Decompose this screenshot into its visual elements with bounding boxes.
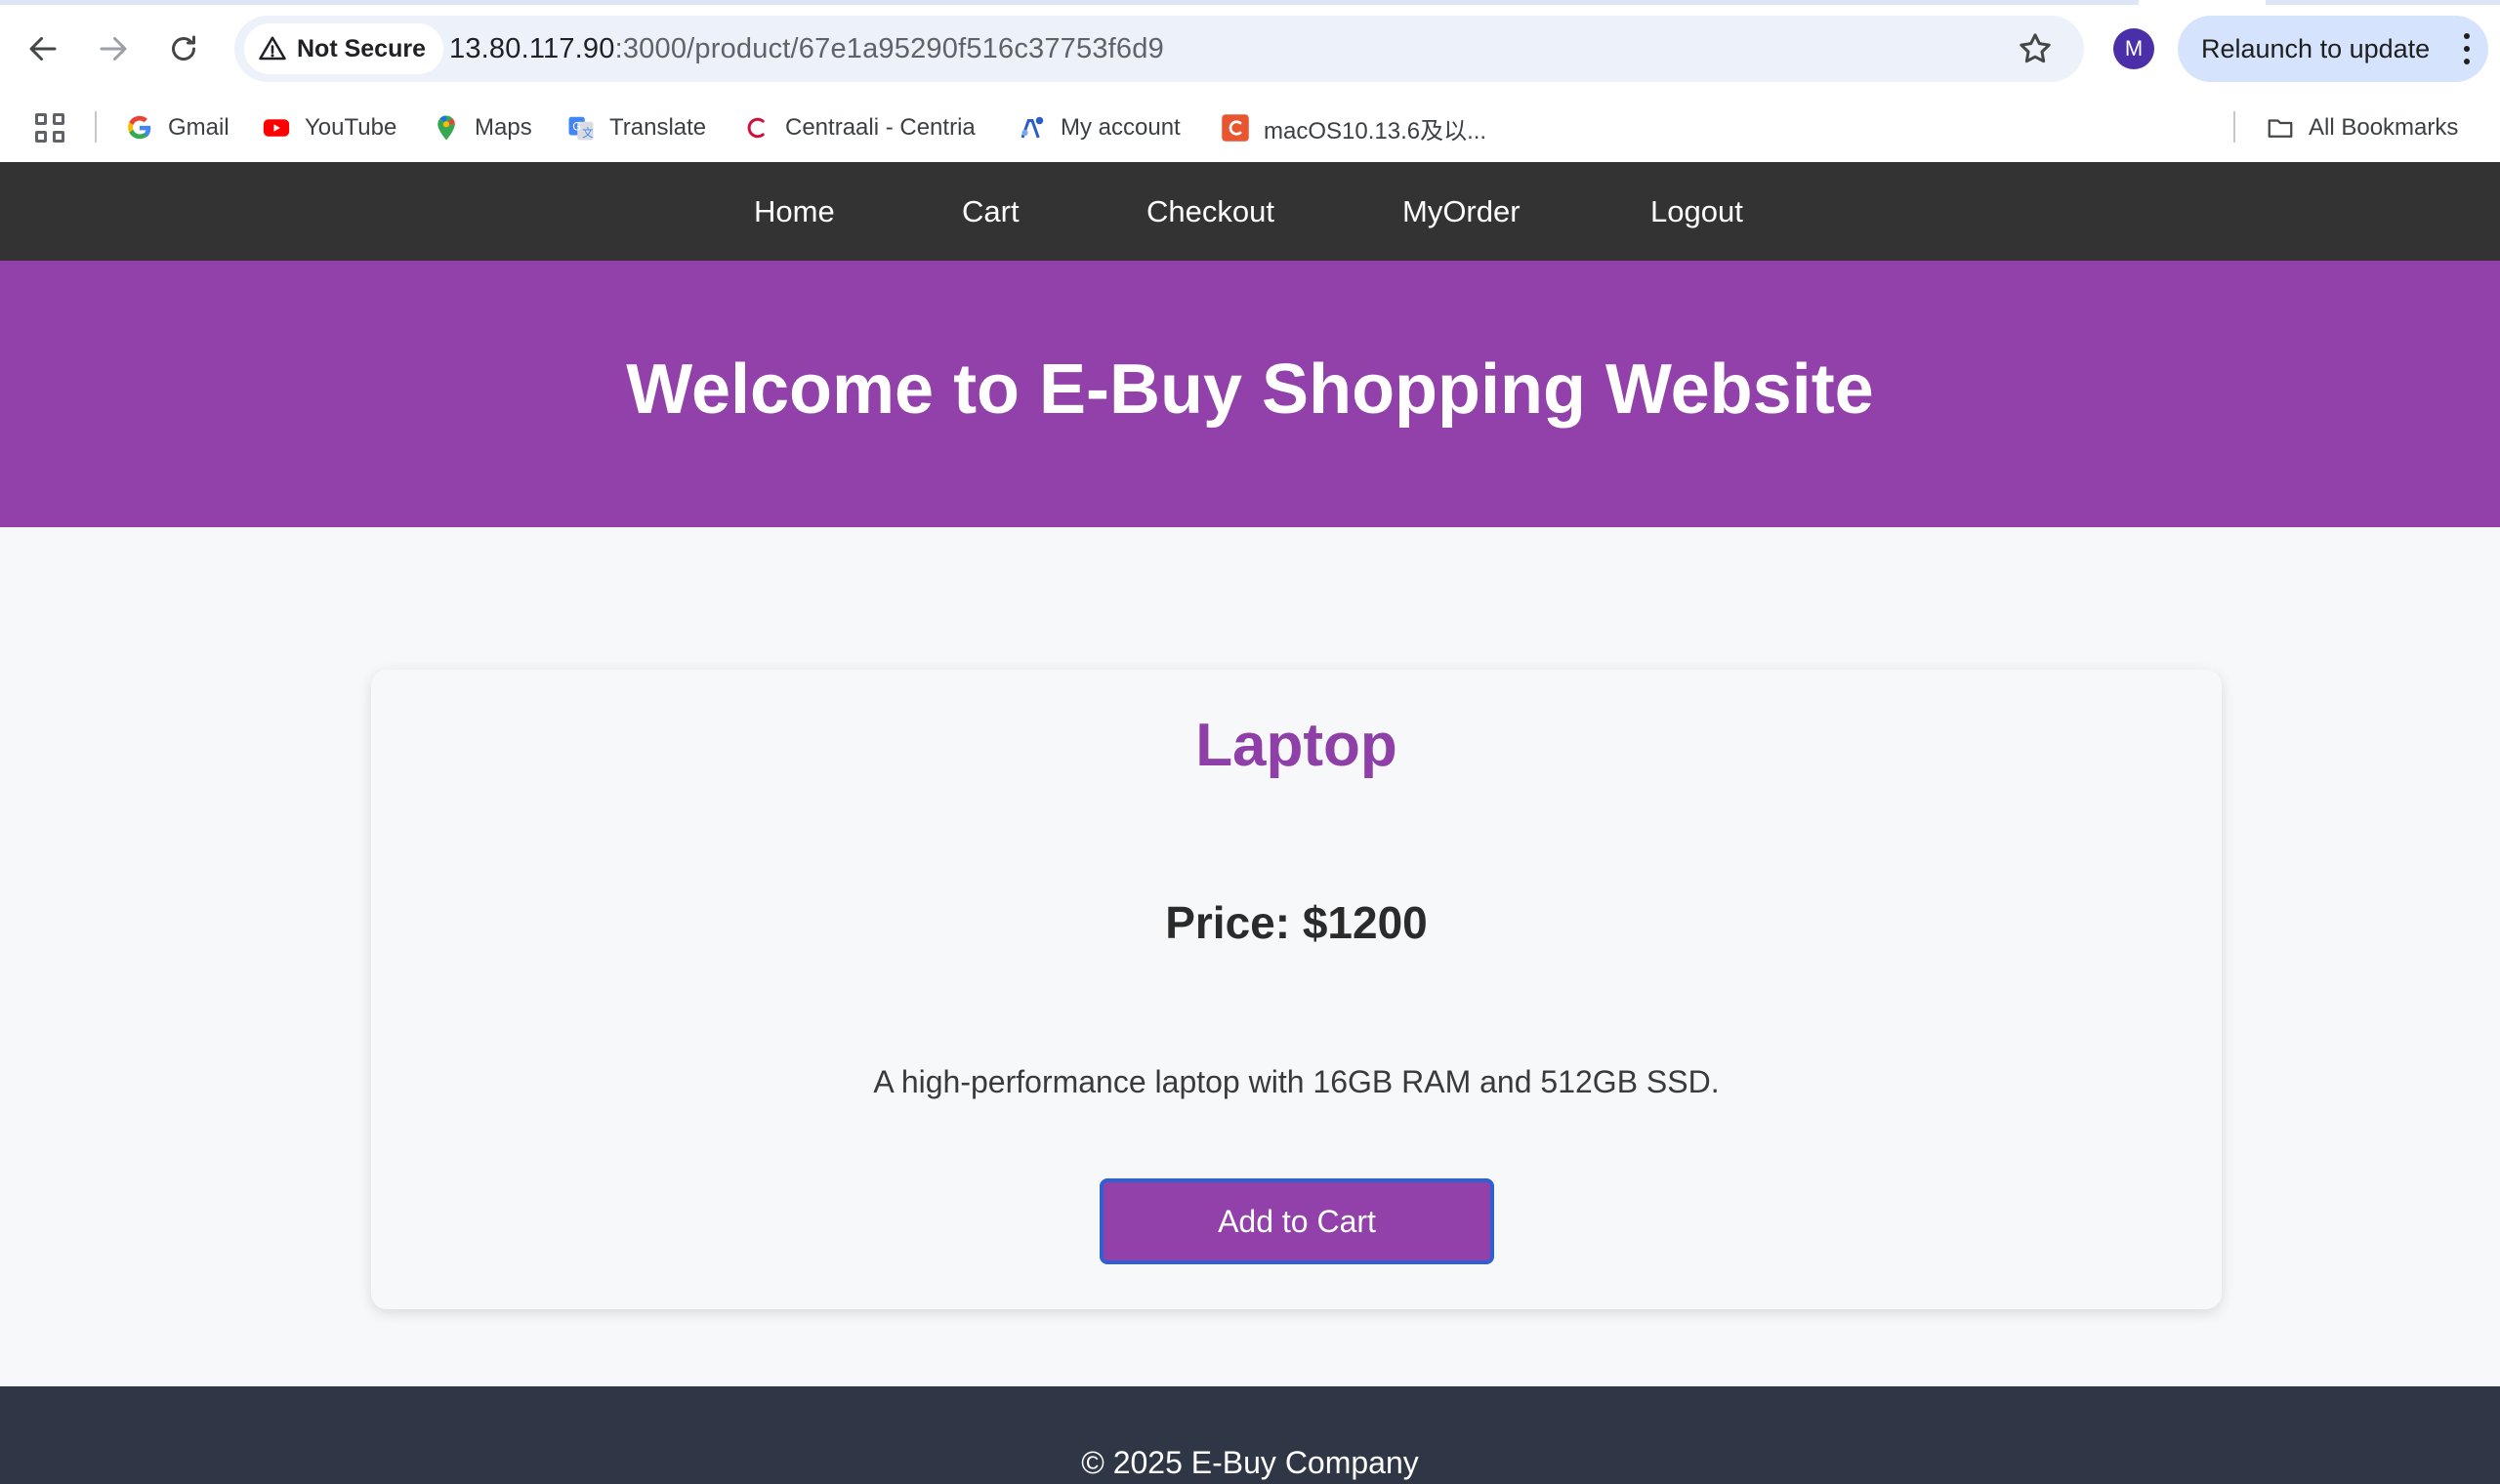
site-nav: Home Cart Checkout MyOrder Logout	[0, 162, 2500, 261]
bookmark-label: Centraali - Centria	[785, 114, 976, 141]
bookmark-centria[interactable]: Centraali - Centria	[742, 109, 976, 146]
back-button[interactable]	[16, 21, 70, 76]
svg-text:G: G	[572, 121, 581, 134]
product-description: A high-performance laptop with 16GB RAM …	[873, 1064, 1720, 1099]
relaunch-button[interactable]: Relaunch to update	[2178, 16, 2488, 82]
bookmark-label: Translate	[609, 114, 707, 141]
bookmark-translate[interactable]: G文 Translate	[566, 109, 706, 146]
bookmarks-divider-right	[2233, 111, 2235, 143]
product-price: Price: $1200	[1165, 897, 1428, 948]
security-chip[interactable]: Not Secure	[244, 23, 443, 74]
nav-myorder[interactable]: MyOrder	[1402, 162, 1521, 261]
forward-button[interactable]	[86, 21, 141, 76]
bookmarks-bar: Gmail YouTube Maps G文 Translate Centraal…	[0, 98, 2500, 156]
browser-chrome: Not Secure 13.80.117.90:3000/product/67e…	[0, 0, 2500, 162]
bookmarks-divider	[95, 111, 97, 143]
bookmark-gmail[interactable]: Gmail	[125, 109, 229, 146]
security-label: Not Secure	[297, 34, 426, 62]
bookmark-star-icon[interactable]	[2016, 29, 2055, 68]
arrow-right-icon	[100, 37, 127, 61]
url-text[interactable]: 13.80.117.90:3000/product/67e1a95290f516…	[449, 16, 1164, 82]
bookmark-youtube[interactable]: YouTube	[262, 109, 396, 146]
bookmark-label: macOS10.13.6及以...	[1264, 117, 1487, 144]
bookmark-label: YouTube	[305, 114, 397, 141]
hero-banner: Welcome to E-Buy Shopping Website	[0, 261, 2500, 527]
youtube-icon	[262, 113, 291, 143]
reload-icon	[172, 35, 195, 61]
footer-copyright: © 2025 E-Buy Company	[1081, 1445, 1419, 1480]
address-bar[interactable]: Not Secure 13.80.117.90:3000/product/67e…	[234, 16, 2084, 82]
nav-checkout[interactable]: Checkout	[1146, 162, 1274, 261]
page-title: Welcome to E-Buy Shopping Website	[626, 350, 1874, 429]
product-name: Laptop	[1195, 712, 1397, 779]
menu-dots-icon[interactable]	[2463, 33, 2471, 64]
tab-strip	[0, 0, 2139, 5]
nav-home[interactable]: Home	[754, 162, 835, 261]
maps-icon	[432, 113, 461, 143]
warning-icon	[259, 36, 286, 61]
tab-strip-right	[2266, 0, 2500, 5]
arrow-left-icon	[29, 37, 57, 61]
bookmark-maps[interactable]: Maps	[432, 109, 532, 146]
bookmark-my-account[interactable]: My account	[1018, 109, 1181, 146]
bookmark-label: Maps	[475, 114, 532, 141]
all-bookmarks[interactable]: All Bookmarks	[2266, 109, 2458, 146]
centria-icon	[742, 113, 771, 143]
profile-avatar[interactable]: M	[2113, 28, 2154, 69]
translate-icon: G文	[566, 113, 596, 143]
add-to-cart-button[interactable]: Add to Cart	[1100, 1178, 1494, 1264]
url-host: 13.80.117.90	[449, 32, 615, 64]
bookmark-label: My account	[1061, 114, 1181, 141]
site-footer: © 2025 E-Buy Company	[0, 1386, 2500, 1484]
reload-button[interactable]	[156, 21, 211, 76]
nav-logout[interactable]: Logout	[1650, 162, 1743, 261]
nav-cart[interactable]: Cart	[962, 162, 1020, 261]
all-bookmarks-label: All Bookmarks	[2309, 114, 2459, 141]
account-icon	[1018, 113, 1047, 143]
relaunch-label: Relaunch to update	[2201, 33, 2431, 63]
url-path: :3000/product/67e1a95290f516c37753f6d9	[614, 32, 1164, 64]
c-icon	[1221, 113, 1250, 143]
product-card: Laptop Price: $1200 A high-performance l…	[371, 670, 2222, 1309]
bookmark-label: Gmail	[168, 114, 229, 141]
apps-grid-icon[interactable]	[35, 113, 64, 143]
folder-icon	[2266, 113, 2295, 143]
google-icon	[125, 113, 154, 143]
svg-text:文: 文	[582, 126, 593, 140]
bookmark-macos[interactable]: macOS10.13.6及以...	[1221, 109, 1486, 146]
